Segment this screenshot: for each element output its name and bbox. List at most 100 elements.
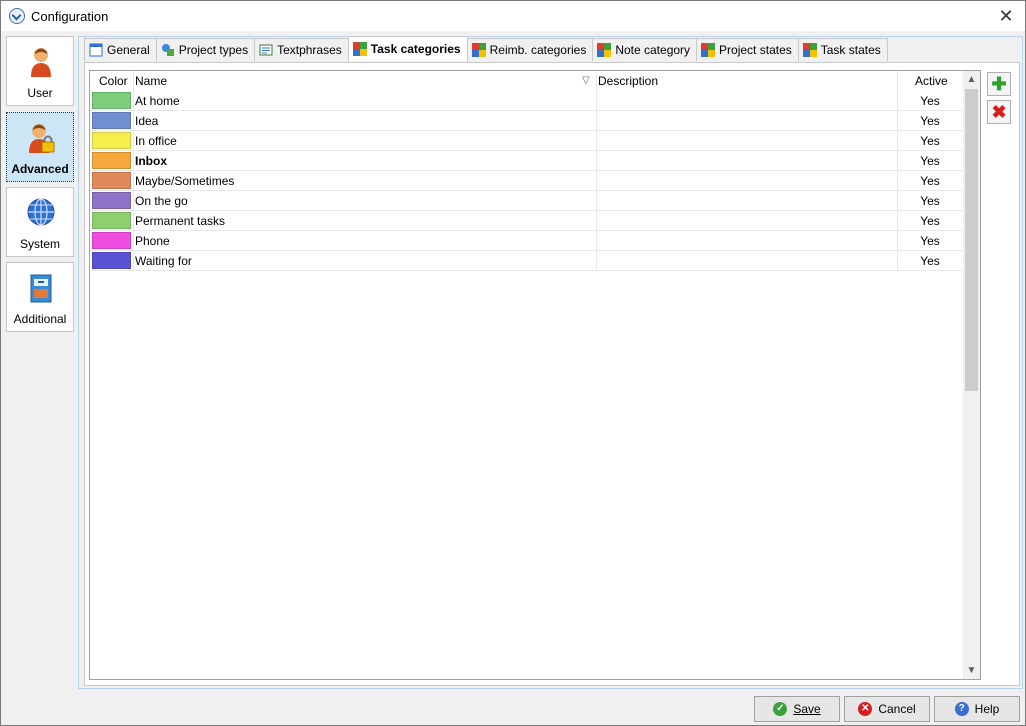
color-grid-icon [701,43,716,57]
cabinet-icon [30,274,52,303]
sidebar-item-label: Advanced [11,162,69,176]
active-value: Yes [920,174,940,188]
tab-reimb-categories[interactable]: Reimb. categories [466,38,594,61]
color-swatch[interactable] [92,112,131,129]
tab-task-states[interactable]: Task states [797,38,888,61]
table-row[interactable]: At home Yes [90,91,963,111]
category-name: Permanent tasks [135,214,226,228]
table-row[interactable]: In office Yes [90,131,963,151]
save-label: Save [793,702,821,716]
color-swatch[interactable] [92,92,131,109]
column-header-name[interactable]: Name [135,71,167,91]
table-row[interactable]: On the go Yes [90,191,963,211]
active-value: Yes [920,254,940,268]
app-icon [9,8,25,24]
save-button[interactable]: ✓ Save [754,696,840,722]
tab-label: Project states [719,43,792,57]
tab-label: Task categories [370,42,461,56]
color-swatch[interactable] [92,252,131,269]
title-bar: Configuration ✕ [1,1,1025,31]
active-value: Yes [920,94,940,108]
window-title: Configuration [31,9,109,24]
tab-bar: General Project types Textphrases Task c… [84,36,888,62]
shapes-icon [161,44,174,56]
tab-task-categories[interactable]: Task categories [347,36,468,61]
tab-textphrases[interactable]: Textphrases [254,38,349,61]
category-name: Inbox [135,154,167,168]
user-lock-icon [29,124,55,153]
active-value: Yes [920,214,940,228]
category-name: Phone [135,234,170,248]
active-value: Yes [920,114,940,128]
help-icon: ? [954,702,969,716]
sidebar-item-system[interactable]: System [6,187,74,257]
sidebar-item-label: User [27,86,53,100]
active-value: Yes [920,134,940,148]
category-name: Idea [135,114,159,128]
cancel-x-icon: ✕ [858,702,873,716]
categories-table: Color Name ▽ Description Active At home … [89,70,981,680]
scroll-up-icon[interactable]: ▲ [963,71,980,88]
table-row[interactable]: Idea Yes [90,111,963,131]
help-label: Help [974,702,1000,716]
cancel-button[interactable]: ✕ Cancel [844,696,930,722]
color-grid-icon [352,42,367,56]
color-swatch[interactable] [92,132,131,149]
tab-label: Project types [178,43,249,57]
add-category-button[interactable]: ✚ [987,72,1011,96]
tab-note-category[interactable]: Note category [592,38,698,61]
column-header-description[interactable]: Description [598,71,658,91]
sort-arrow-icon[interactable]: ▽ [582,71,590,91]
window-icon [89,43,103,57]
tab-label: Textphrases [277,43,342,57]
table-row[interactable]: Inbox Yes [90,151,963,171]
scroll-down-icon[interactable]: ▼ [963,662,980,679]
table-row[interactable]: Phone Yes [90,231,963,251]
delete-category-button[interactable]: ✖ [987,100,1011,124]
color-grid-icon [802,43,817,57]
color-swatch[interactable] [92,212,131,229]
help-button[interactable]: ? Help [934,696,1020,722]
color-grid-icon [597,43,612,57]
globe-icon [27,198,55,226]
user-icon [31,48,51,77]
tab-label: Task states [820,43,881,57]
color-swatch[interactable] [92,152,131,169]
text-document-icon [259,44,273,56]
cancel-label: Cancel [878,702,916,716]
vertical-scrollbar[interactable]: ▲ ▼ [963,71,980,679]
sidebar-item-advanced[interactable]: Advanced [6,112,74,182]
tab-project-states[interactable]: Project states [696,38,799,61]
table-header: Color Name ▽ Description Active [90,71,963,91]
active-value: Yes [920,194,940,208]
sidebar-item-additional[interactable]: Additional [6,262,74,332]
category-name: At home [135,94,180,108]
sidebar-item-label: System [19,237,60,251]
color-swatch[interactable] [92,172,131,189]
color-grid-icon [471,43,486,57]
category-name: In office [135,134,177,148]
category-name: On the go [135,194,188,208]
tab-label: Note category [615,43,691,57]
tab-project-types[interactable]: Project types [155,38,256,61]
scrollbar-thumb[interactable] [965,89,978,391]
color-swatch[interactable] [92,232,131,249]
color-swatch[interactable] [92,192,131,209]
close-icon[interactable]: ✕ [993,3,1019,29]
plus-icon: ✚ [991,74,1007,94]
table-row[interactable]: Permanent tasks Yes [90,211,963,231]
tab-label: Reimb. categories [489,43,587,57]
delete-x-icon: ✖ [991,102,1007,122]
sidebar: User Advanced System Additional [4,36,76,684]
sidebar-item-user[interactable]: User [6,36,74,106]
table-row[interactable]: Waiting for Yes [90,251,963,271]
tab-general[interactable]: General [84,38,157,61]
column-header-active[interactable]: Active [915,71,948,91]
category-name: Maybe/Sometimes [135,174,235,188]
category-name: Waiting for [135,254,192,268]
column-header-color[interactable]: Color [99,71,128,91]
table-row[interactable]: Maybe/Sometimes Yes [90,171,963,191]
active-value: Yes [920,154,940,168]
active-value: Yes [920,234,940,248]
checkmark-icon: ✓ [773,702,788,716]
